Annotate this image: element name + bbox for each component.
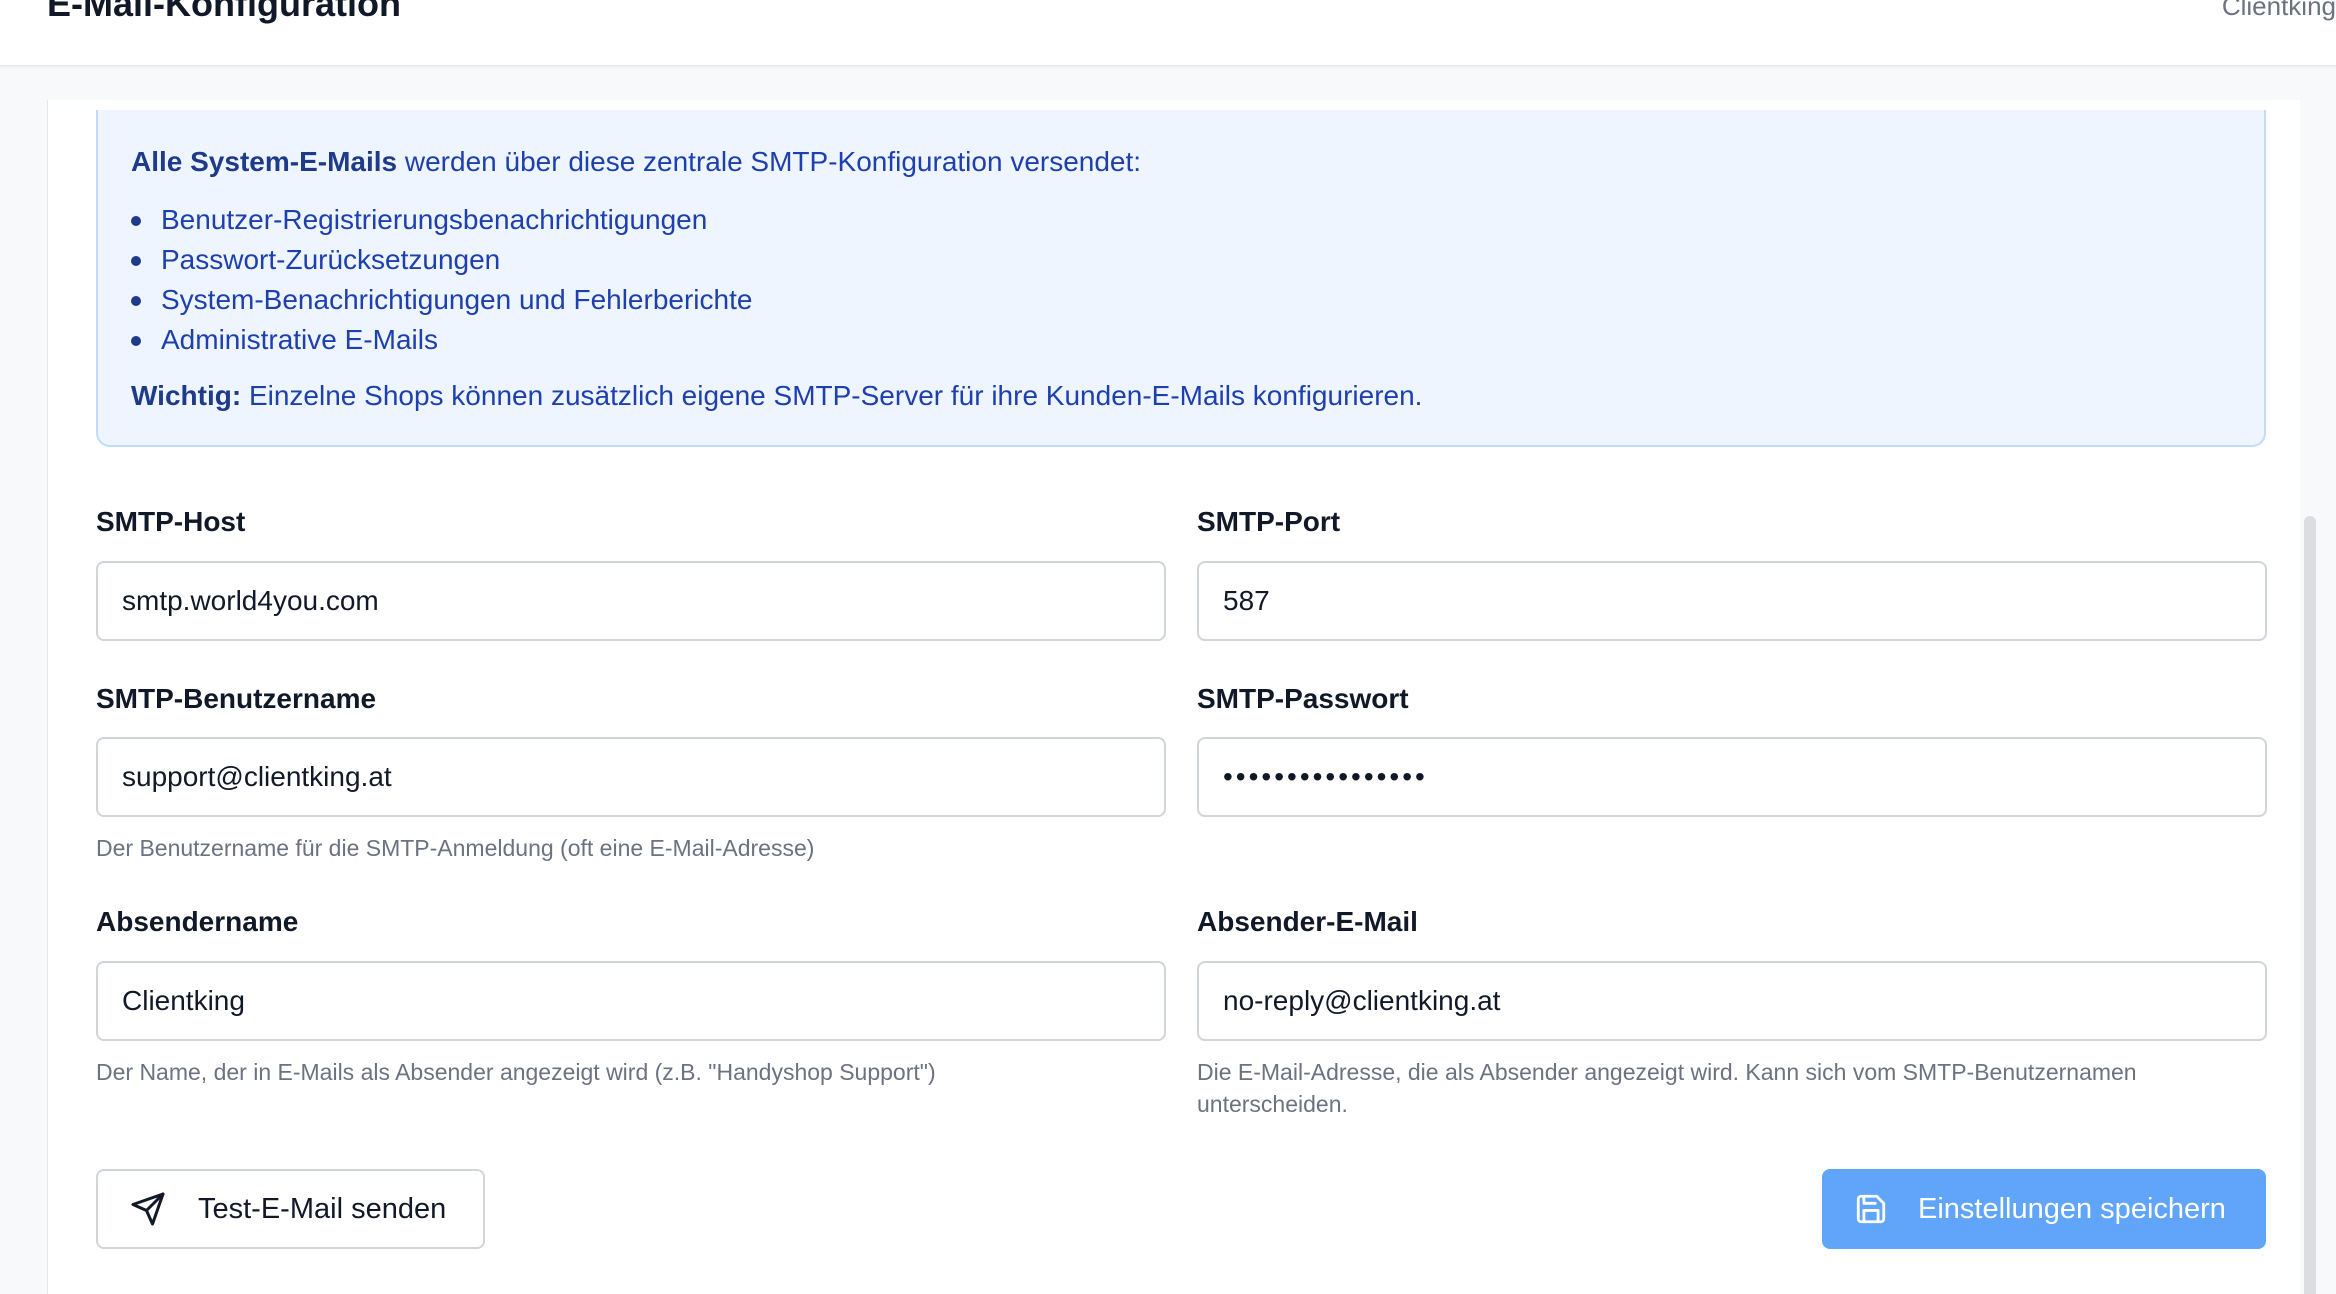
scrollbar-thumb[interactable] bbox=[2304, 516, 2316, 1294]
page-title: E-Mail-Konfiguration bbox=[47, 0, 401, 24]
send-test-email-button[interactable]: Test-E-Mail senden bbox=[96, 1169, 485, 1249]
smtp-host-input[interactable] bbox=[96, 561, 1166, 641]
smtp-username-input[interactable] bbox=[96, 737, 1166, 817]
smtp-password-input[interactable] bbox=[1197, 737, 2267, 817]
smtp-port-input[interactable] bbox=[1197, 561, 2267, 641]
info-list-item: Administrative E-Mails bbox=[131, 320, 752, 360]
info-note-text: Einzelne Shops können zusätzlich eigene … bbox=[241, 380, 1423, 411]
send-icon bbox=[131, 1192, 165, 1226]
top-header: E-Mail-Konfiguration Clientking bbox=[0, 0, 2336, 66]
send-test-email-label: Test-E-Mail senden bbox=[198, 1192, 447, 1225]
info-list-item: System-Benachrichtigungen und Fehlerberi… bbox=[131, 280, 752, 320]
info-list: Benutzer-Registrierungsbenachrichtigunge… bbox=[131, 200, 752, 360]
sender-name-input[interactable] bbox=[96, 961, 1166, 1041]
info-lead: Alle System-E-Mails werden über diese ze… bbox=[131, 144, 1141, 180]
page-scrollbar[interactable] bbox=[2300, 66, 2336, 1294]
sender-email-help: Die E-Mail-Adresse, die als Absender ang… bbox=[1197, 1059, 2137, 1117]
info-list-item: Passwort-Zurücksetzungen bbox=[131, 240, 752, 280]
smtp-username-help: Der Benutzername für die SMTP-Anmeldung … bbox=[96, 835, 815, 861]
info-lead-text: werden über diese zentrale SMTP-Konfigur… bbox=[397, 146, 1142, 177]
smtp-port-label: SMTP-Port bbox=[1197, 506, 1341, 537]
save-settings-button[interactable]: Einstellungen speichern bbox=[1822, 1169, 2266, 1249]
smtp-password-label: SMTP-Passwort bbox=[1197, 683, 1409, 714]
smtp-host-label: SMTP-Host bbox=[96, 506, 246, 537]
save-settings-label: Einstellungen speichern bbox=[1918, 1192, 2226, 1225]
sender-name-help: Der Name, der in E-Mails als Absender an… bbox=[96, 1059, 936, 1085]
info-list-item: Benutzer-Registrierungsbenachrichtigunge… bbox=[131, 200, 752, 240]
info-note-bold: Wichtig: bbox=[131, 380, 242, 411]
info-lead-bold: Alle System-E-Mails bbox=[131, 146, 398, 177]
sender-email-input[interactable] bbox=[1197, 961, 2267, 1041]
organization-name: Clientking bbox=[2221, 0, 2336, 21]
info-note: Wichtig: Einzelne Shops können zusätzlic… bbox=[131, 378, 1422, 414]
info-box: Alle System-E-Mails werden über diese ze… bbox=[96, 110, 2266, 447]
smtp-username-label: SMTP-Benutzername bbox=[96, 683, 377, 714]
sender-name-label: Absendername bbox=[96, 906, 299, 937]
save-icon bbox=[1856, 1194, 1886, 1224]
sender-email-label: Absender-E-Mail bbox=[1197, 906, 1418, 937]
